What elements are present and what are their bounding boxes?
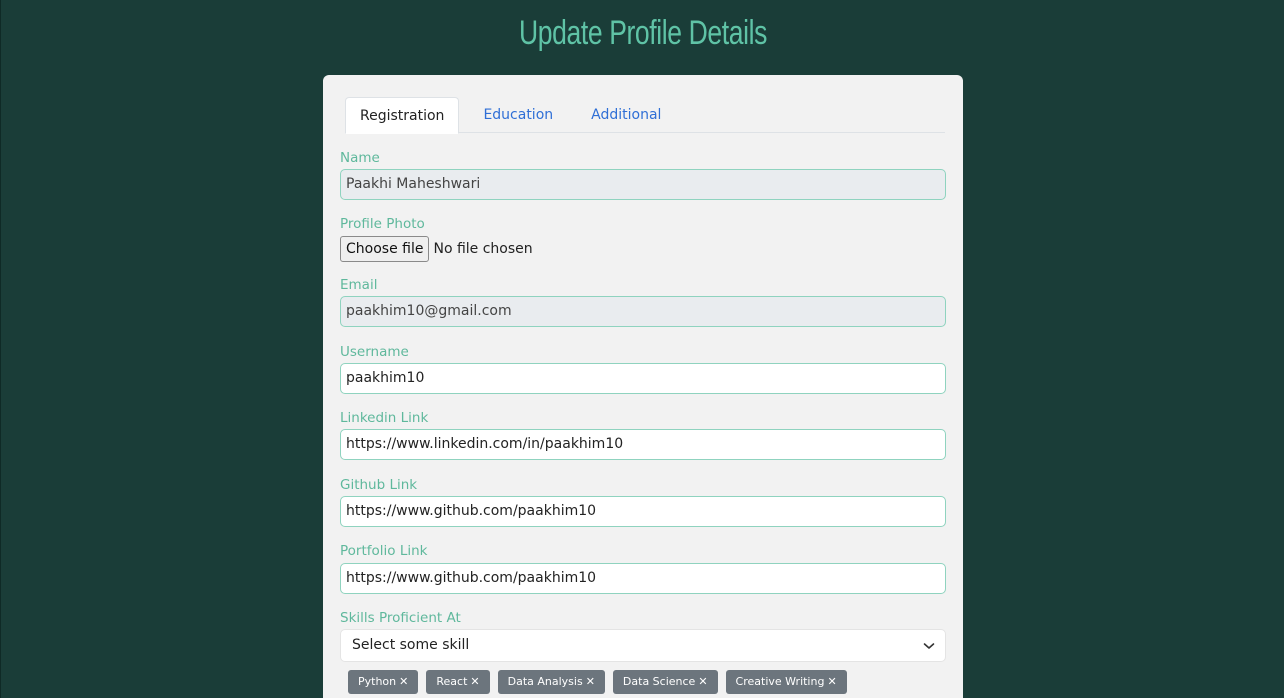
username-label: Username: [340, 344, 409, 360]
tab-registration[interactable]: Registration: [345, 97, 460, 134]
profile-form-card: Registration Education Additional Name P…: [323, 75, 963, 698]
skills-select[interactable]: Select some skill: [340, 629, 946, 662]
tab-additional[interactable]: Additional: [577, 97, 675, 134]
tab-bar: Registration Education Additional: [345, 97, 945, 134]
skill-chip-label: React: [436, 675, 468, 688]
page-edge-left: [0, 0, 1, 698]
page-title: Update Profile Details: [519, 14, 767, 52]
tab-education[interactable]: Education: [469, 97, 567, 134]
profile-photo-input: Choose file No file chosen: [340, 236, 533, 262]
username-field[interactable]: paakhim10: [340, 363, 946, 394]
skill-chip-label: Creative Writing: [735, 675, 825, 688]
skill-chip: React ✕: [426, 670, 490, 694]
close-icon[interactable]: ✕: [470, 675, 479, 688]
skill-chip: Python ✕: [348, 670, 419, 694]
linkedin-label: Linkedin Link: [340, 410, 429, 426]
name-field[interactable]: Paakhi Maheshwari: [340, 169, 946, 200]
email-field[interactable]: paakhim10@gmail.com: [340, 296, 946, 327]
selected-skills: Python ✕ React ✕ Data Analysis ✕ Data Scien…: [348, 670, 847, 694]
choose-file-button[interactable]: Choose file: [340, 236, 430, 262]
chevron-down-icon: [923, 643, 935, 649]
email-label: Email: [340, 277, 378, 293]
skill-chip-label: Data Science: [622, 675, 696, 688]
close-icon[interactable]: ✕: [698, 675, 707, 688]
linkedin-field[interactable]: https://www.linkedin.com/in/paakhim10: [340, 429, 946, 460]
name-label: Name: [340, 150, 380, 166]
github-label: Github Link: [340, 477, 418, 493]
close-icon[interactable]: ✕: [399, 675, 408, 688]
skill-chip-label: Python: [358, 675, 397, 688]
skill-chip: Data Science ✕: [612, 670, 718, 694]
close-icon[interactable]: ✕: [586, 675, 595, 688]
portfolio-field[interactable]: https://www.github.com/paakhim10: [340, 563, 946, 594]
github-field[interactable]: https://www.github.com/paakhim10: [340, 496, 946, 527]
skill-chip-label: Data Analysis: [507, 675, 583, 688]
file-status-text: No file chosen: [433, 241, 533, 257]
skill-chip: Data Analysis ✕: [497, 670, 605, 694]
skills-label: Skills Proficient At: [340, 610, 461, 626]
skill-chip: Creative Writing ✕: [725, 670, 847, 694]
portfolio-label: Portfolio Link: [340, 543, 428, 559]
skills-select-placeholder: Select some skill: [352, 637, 470, 653]
profile-photo-label: Profile Photo: [340, 216, 425, 232]
close-icon[interactable]: ✕: [827, 675, 836, 688]
